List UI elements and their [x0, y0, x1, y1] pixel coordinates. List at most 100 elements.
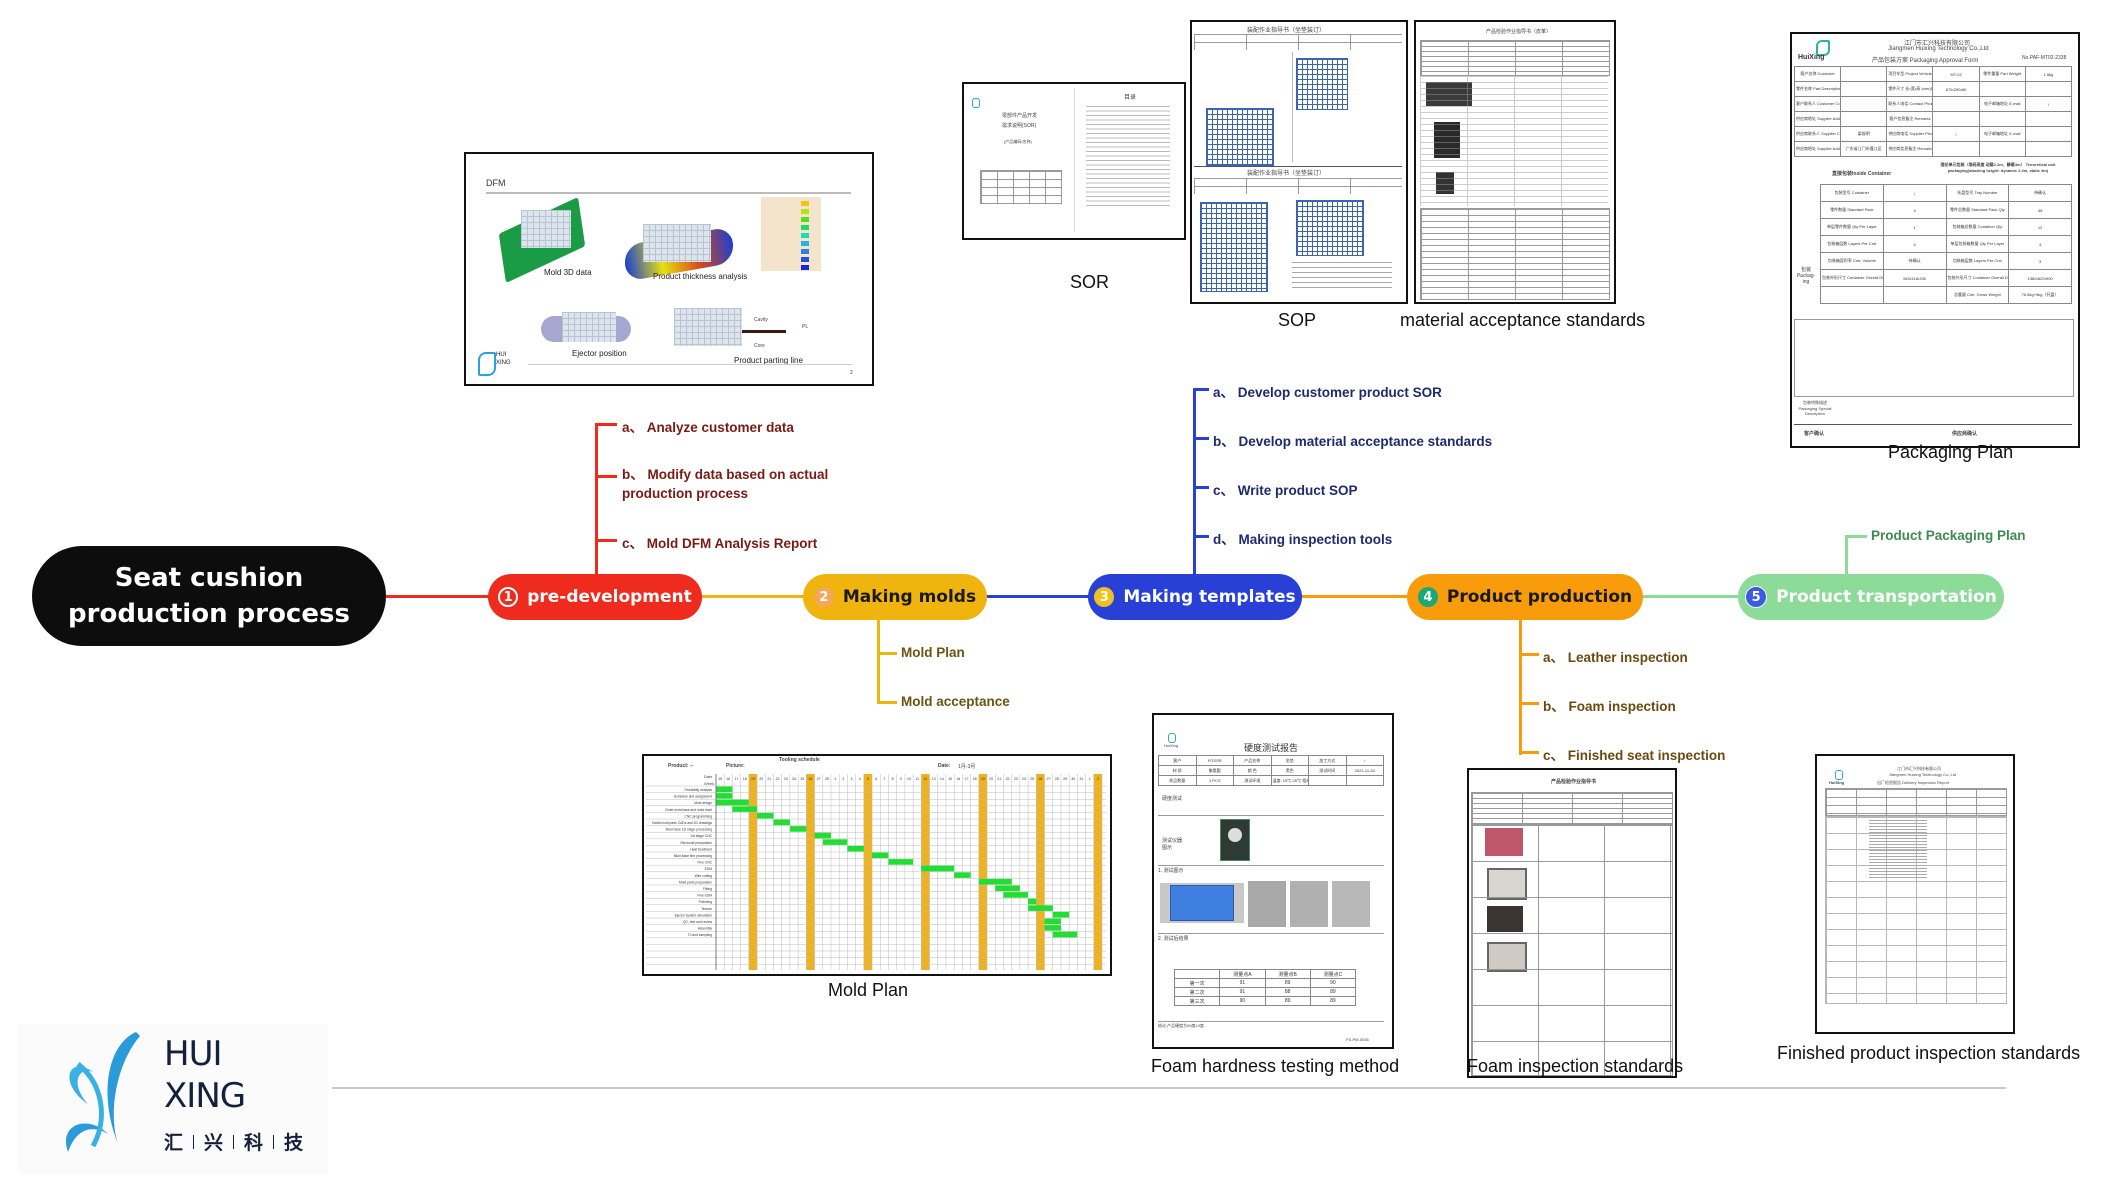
finished-inspection-thumbnail[interactable]: HuiXing 江门市汇兴科技有限公司 Jiangmen Huixing Tec… [1815, 754, 2015, 1034]
table-cell: 广东省江门市蓬江区 [1840, 141, 1888, 157]
gantt-day-label: 21 [997, 777, 1001, 781]
table-cell: 1 PCS [1195, 775, 1234, 786]
item-text: Mold DFM Analysis Report [646, 536, 818, 551]
table-cell [1932, 111, 1980, 127]
table-cell: 电子邮箱地址 E-mail [1978, 126, 2026, 142]
connector-stage3-stage4 [1300, 595, 1410, 598]
table-row: 客户联系人 Customer Contact 联系人电话 Contact Phon… [1793, 96, 2073, 112]
gantt-day-label: 17 [965, 777, 969, 781]
table-row: 材 质聚氨酯颜 色黑色 测试时间 2021-11-30 [1158, 765, 1384, 776]
table-cell: 4 [1882, 235, 1947, 253]
table-cell: 76.8kg+5kg（托盘） [2008, 286, 2072, 304]
number-1-icon: 1 [498, 587, 519, 607]
table-cell [1840, 96, 1888, 112]
subitem-inspection-tools[interactable]: d、 Making inspection tools [1213, 528, 1392, 548]
dfm-label-ejector: Ejector position [572, 349, 627, 358]
table-cell: / [1345, 755, 1384, 766]
sop-divider [1292, 52, 1293, 162]
sop-thumbnail[interactable]: 装配作业指导书（坐垫装订） 装配作业指导书（坐垫装订） [1190, 20, 1408, 304]
table-cell: 供应商地址 Supplier Address [1793, 141, 1842, 157]
table-cell: 包装箱层数 Layers Per Cntr [1820, 235, 1884, 253]
fh-rule-2 [1158, 865, 1384, 866]
material-standards-thumbnail[interactable]: 产品检验作业指导书（皮革） [1414, 20, 1616, 304]
stage-node-pre-development[interactable]: 1 pre-development [488, 574, 702, 620]
table-cell: 产品名称 [1233, 755, 1272, 766]
subitem-leather-inspection[interactable]: a、 Leather inspection [1543, 646, 1688, 666]
subitem-finished-seat-inspection[interactable]: c、 Finished seat inspection [1543, 744, 1725, 764]
item-text: Mold acceptance [901, 694, 1010, 709]
table-cell: 670•290•80 [1932, 81, 1980, 97]
subitem-mold-acceptance[interactable]: Mold acceptance [901, 694, 1010, 709]
subitem-analyze-customer-data[interactable]: a、 Analyze customer data [622, 416, 794, 436]
stage-node-making-templates[interactable]: 3 Making templates [1088, 574, 1302, 620]
table-row: 包装外形尺寸 Container Overall Dimensions L•W•… [1820, 269, 2072, 287]
stage-node-product-production[interactable]: 4 Product production [1407, 574, 1643, 620]
subitem-mold-plan[interactable]: Mold Plan [901, 645, 965, 660]
sop-header-table-1 [1194, 34, 1402, 50]
table-cell: 项目车型 Project Vehicle [1886, 66, 1934, 82]
table-cell [1840, 81, 1888, 97]
table-cell: 包装箱容积率 Cntr. Volume [1820, 252, 1884, 270]
gantt-day-label: 9 [900, 777, 902, 781]
branch-stage1-b [595, 475, 617, 478]
ejector-placeholder [562, 312, 616, 342]
sop-header-table-2 [1194, 178, 1402, 194]
item-text: Mold Plan [901, 645, 965, 660]
finished-inspection-caption: Finished product inspection standards [1777, 1043, 2081, 1063]
mold-plan-thumbnail[interactable]: Tooling schedule Product: -- Picture: Da… [642, 754, 1112, 976]
stage-node-making-molds[interactable]: 2 Making molds [803, 574, 987, 620]
table-cell: 940•318•330 [1882, 269, 1947, 287]
item-prefix: b、 [1213, 434, 1235, 449]
subitem-modify-data[interactable]: b、 Modify data based on actual productio… [622, 465, 902, 503]
thickness-legend [761, 197, 821, 271]
subitem-write-sop[interactable]: c、 Write product SOP [1213, 479, 1358, 499]
dfm-report-thumbnail[interactable]: DFM Mold 3D data Product thickness analy… [464, 152, 874, 386]
sor-page-divider [1074, 88, 1075, 232]
table-cell: 91 [1219, 978, 1266, 988]
finished-header-table [1825, 788, 2007, 816]
packaging-plan-thumbnail[interactable]: HuiXing 江门市汇兴科技有限公司 Jiangmen Huixing Tec… [1790, 32, 2080, 448]
subitem-develop-sor[interactable]: a、 Develop customer product SOR [1213, 381, 1442, 401]
foam-inspection-thumbnail[interactable]: 产品检验作业指导书 [1467, 768, 1677, 1078]
foam-hardness-doc-no: FS-PM-0036 [1346, 1037, 1369, 1042]
gantt-task-bar [921, 865, 955, 872]
gantt-day-label: 23 [1014, 777, 1018, 781]
finished-body-text [1869, 820, 1927, 880]
packaging-side-label: 包装 Packag-ing [1796, 267, 1816, 285]
table-cell: 零件尺寸 长•宽•高 (mm)Dimensions L•W•H [1886, 81, 1934, 97]
foam-hardness-logo-text: HuiXing [1164, 743, 1179, 748]
table-cell [1932, 141, 1980, 157]
item-prefix: c、 [1213, 483, 1235, 498]
packaging-form-no: No.PAF-MT02-2338 [2022, 55, 2067, 61]
gantt-task-label: Detail mold parts CADs and 2D drawings [652, 821, 712, 825]
sor-thumbnail[interactable]: 零部件产品开发 需求说明(SOR) (产品编码/名称) 目录 [962, 82, 1186, 240]
gantt-task-label: Feasibility analysis [685, 788, 713, 792]
foam-hardness-test-label: 硬度测试 [1162, 796, 1183, 802]
table-cell: 材 质 [1158, 765, 1197, 776]
table-cell: 包装箱层数 Layers Per Cntr [1945, 252, 2010, 270]
packaging-section-inside: 直接包装Inside Container [1832, 171, 1892, 177]
stage-node-product-transportation[interactable]: 5 Product transportation [1738, 574, 2004, 620]
table-row: 供应商联系人 Supplier Contact梁振明供应商电话 Supplier… [1793, 126, 2073, 142]
root-title-line1: Seat cushion [114, 563, 304, 593]
sor-toc-title: 目录 [1124, 95, 1137, 101]
gantt-task-label: Mold base 1st stage processing [666, 828, 713, 832]
table-cell: 待确认 [1882, 252, 1947, 270]
root-node[interactable]: Seat cushion production process [32, 546, 386, 646]
table-row: 样品数量1 PCS测试环境温度: 15℃-25℃ 相对湿度: 40%-70% [1158, 775, 1384, 786]
foam-hardness-conclusion: 结论:产品硬度为90度±3度 [1158, 1023, 1204, 1028]
table-cell: 供应商地址 Supplier Address [1793, 111, 1842, 127]
logo-text-xing: XING [164, 1076, 246, 1116]
foam-hardness-thumbnail[interactable]: HuiXing 硬度测试报告 客户 FOSSR 产品名称 坐垫 加工方式 / 材 质聚氨酯颜… [1152, 713, 1394, 1049]
subitem-product-packaging-plan[interactable]: Product Packaging Plan [1871, 528, 2026, 543]
subitem-foam-inspection[interactable]: b、 Foam inspection [1543, 695, 1676, 715]
subitem-mold-dfm-report[interactable]: c、 Mold DFM Analysis Report [622, 532, 817, 552]
dfm-label-thickness: Product thickness analysis [653, 272, 748, 281]
table-row: 包装型号 Container / 托盘型号 Tray Number 待确认 [1820, 184, 2072, 202]
subitem-develop-material-standards[interactable]: b、 Develop material acceptance standards [1213, 430, 1492, 450]
table-row: 零件名称 Part Description 零件尺寸 长•宽•高 (mm)Dime… [1793, 81, 2073, 97]
table-cell: 2021-11-30 [1345, 765, 1384, 776]
sop-blueprint-1a [1296, 58, 1348, 110]
item-prefix: d、 [1213, 532, 1235, 547]
gantt-day-label: 14 [940, 777, 944, 781]
